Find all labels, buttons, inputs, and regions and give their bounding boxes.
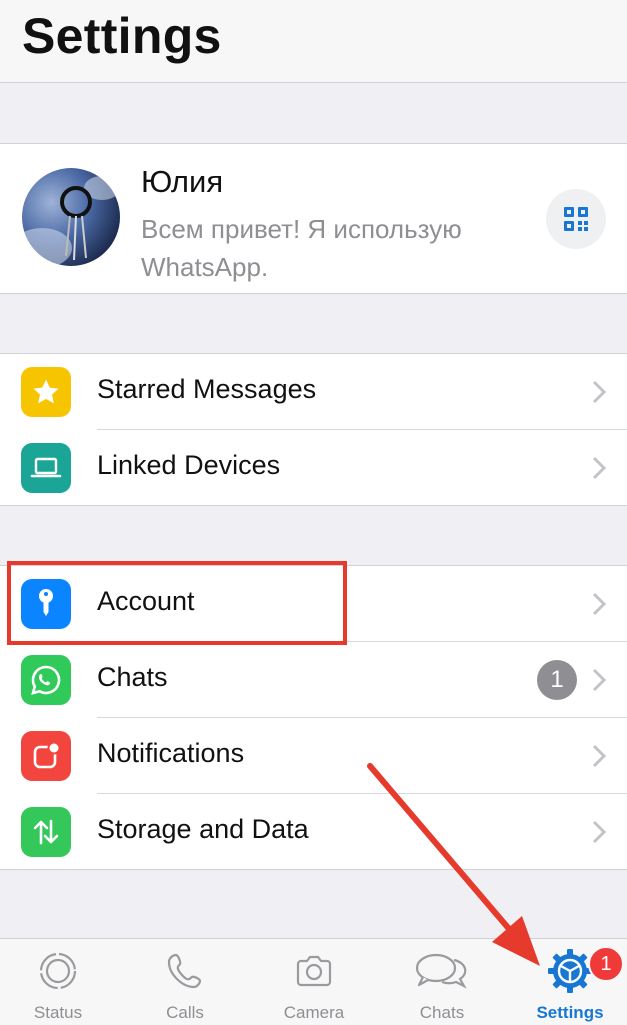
arrows-updown-icon bbox=[21, 807, 71, 857]
settings-tab-badge: 1 bbox=[588, 946, 624, 982]
row-linked-devices[interactable]: Linked Devices bbox=[0, 430, 627, 506]
row-chats[interactable]: Chats 1 bbox=[0, 642, 627, 718]
tab-label: Camera bbox=[283, 1003, 345, 1022]
row-storage-and-data[interactable]: Storage and Data bbox=[0, 794, 627, 870]
profile-status: Всем привет! Я использую WhatsApp. bbox=[141, 214, 462, 282]
chevron-right-icon bbox=[592, 820, 607, 844]
annotation-highlight-box bbox=[7, 561, 347, 645]
laptop-icon bbox=[21, 443, 71, 493]
star-icon bbox=[21, 367, 71, 417]
row-starred-messages[interactable]: Starred Messages bbox=[0, 354, 627, 430]
profile-name: Юлия bbox=[141, 164, 224, 199]
status-icon bbox=[39, 952, 77, 990]
row-label: Notifications bbox=[97, 738, 245, 768]
avatar[interactable] bbox=[22, 168, 120, 266]
notification-icon bbox=[21, 731, 71, 781]
navigation-header: Settings bbox=[0, 0, 627, 83]
chevron-right-icon bbox=[592, 592, 607, 616]
whatsapp-icon bbox=[21, 655, 71, 705]
tab-status[interactable]: Status bbox=[0, 939, 118, 1025]
tab-label: Chats bbox=[419, 1003, 465, 1022]
row-label: Chats bbox=[97, 662, 168, 692]
profile-card[interactable]: Юлия Всем привет! Я использую WhatsApp. bbox=[0, 143, 627, 294]
camera-icon bbox=[296, 955, 332, 987]
chevron-right-icon bbox=[592, 744, 607, 768]
page-title: Settings bbox=[22, 8, 222, 64]
tab-chats[interactable]: Chats bbox=[382, 939, 502, 1025]
settings-group-1: Starred Messages Linked Devices bbox=[0, 353, 627, 506]
tab-bar: Status Calls Camera Chats Settings bbox=[0, 938, 627, 1025]
tab-calls[interactable]: Calls bbox=[125, 939, 245, 1025]
chevron-right-icon bbox=[592, 668, 607, 692]
chevron-right-icon bbox=[592, 380, 607, 404]
phone-icon bbox=[167, 953, 202, 989]
unread-badge: 1 bbox=[537, 660, 577, 700]
chat-bubbles-icon bbox=[415, 953, 467, 989]
row-label: Starred Messages bbox=[97, 374, 317, 404]
tab-label: Settings bbox=[536, 1003, 604, 1022]
qr-code-icon bbox=[564, 207, 588, 231]
qr-code-button[interactable] bbox=[546, 189, 606, 249]
row-notifications[interactable]: Notifications bbox=[0, 718, 627, 794]
row-label: Linked Devices bbox=[97, 450, 281, 480]
tab-label: Calls bbox=[166, 1003, 204, 1022]
tab-label: Status bbox=[33, 1003, 83, 1022]
row-label: Storage and Data bbox=[97, 814, 309, 844]
settings-gear-icon bbox=[548, 949, 592, 993]
chevron-right-icon bbox=[592, 456, 607, 480]
tab-camera[interactable]: Camera bbox=[254, 939, 374, 1025]
